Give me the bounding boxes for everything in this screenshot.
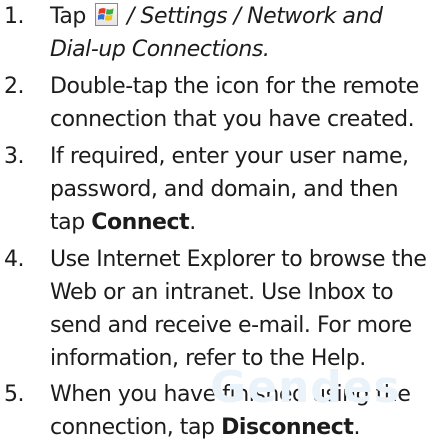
- step-text-segment: .: [353, 415, 360, 440]
- step-text-segment: tap: [50, 210, 92, 235]
- windows-flag-icon: [98, 8, 115, 21]
- step-number: 4.: [4, 247, 25, 272]
- step-text-segment: Tap: [50, 4, 93, 29]
- disconnect-command-label: Disconnect: [221, 415, 354, 440]
- connect-command-label: Connect: [91, 210, 190, 235]
- step-line: Use Internet Explorer to browse the: [50, 247, 427, 272]
- step-text-segment: .: [189, 210, 196, 235]
- step-number: 5.: [4, 382, 25, 407]
- windows-start-icon: [95, 3, 119, 26]
- step-number: 2.: [4, 74, 25, 99]
- step-line: tap Connect.: [50, 206, 439, 239]
- step-line: When you have finished using the: [50, 382, 411, 407]
- step-text: When you have finished using the connect…: [50, 378, 439, 444]
- step-text: If required, enter your user name, passw…: [50, 140, 439, 239]
- step-line: password, and domain, and then: [50, 177, 399, 202]
- step-line: Dial-up Connections.: [50, 37, 270, 62]
- step-text: Double-tap the icon for the remote conne…: [50, 70, 439, 136]
- step-line: information, refer to the Help.: [50, 346, 366, 371]
- step-line: If required, enter your user name,: [50, 144, 409, 169]
- step-text-segment: / Settings / Network and: [120, 4, 383, 29]
- step-number: 3.: [4, 144, 25, 169]
- step-text-segment: connection, tap: [50, 415, 222, 440]
- step-line: connection, tap Disconnect.: [50, 411, 439, 444]
- step-text: Use Internet Explorer to browse the Web …: [50, 243, 439, 375]
- step-line: send and receive e-mail. For more: [50, 313, 412, 338]
- step-line: Tap / Settings / Network and: [50, 0, 439, 33]
- step-text: Tap / Settings / Network and Dial-up Con…: [50, 0, 439, 66]
- step-number: 1.: [4, 4, 25, 29]
- instruction-page: 1. Tap / Settings / Network and Dial-up …: [0, 0, 439, 448]
- step-line: Web or an intranet. Use Inbox to: [50, 280, 394, 305]
- step-line: Double-tap the icon for the remote: [50, 74, 419, 99]
- step-line: connection that you have created.: [50, 107, 415, 132]
